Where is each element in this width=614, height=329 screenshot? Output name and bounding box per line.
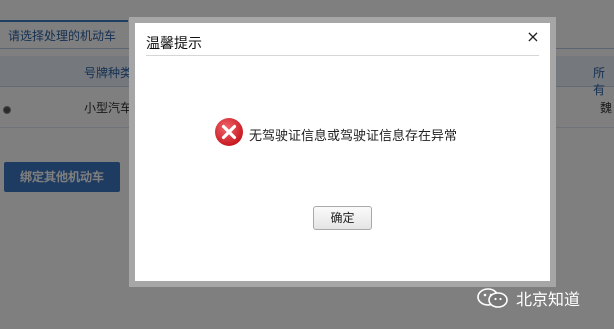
error-x-icon <box>215 118 243 146</box>
dialog-divider <box>146 55 539 56</box>
watermark-text: 北京知道 <box>516 290 581 309</box>
watermark: 北京知道 <box>476 287 580 309</box>
alert-dialog: 温馨提示 × 无驾驶证信息或驾驶证信息存在异常 确定 <box>129 17 556 287</box>
error-message: 无驾驶证信息或驾驶证信息存在异常 <box>249 129 458 144</box>
confirm-button[interactable]: 确定 <box>313 206 372 230</box>
dialog-title: 温馨提示 <box>146 36 202 52</box>
close-icon[interactable]: × <box>522 26 544 48</box>
wechat-icon <box>477 288 508 308</box>
